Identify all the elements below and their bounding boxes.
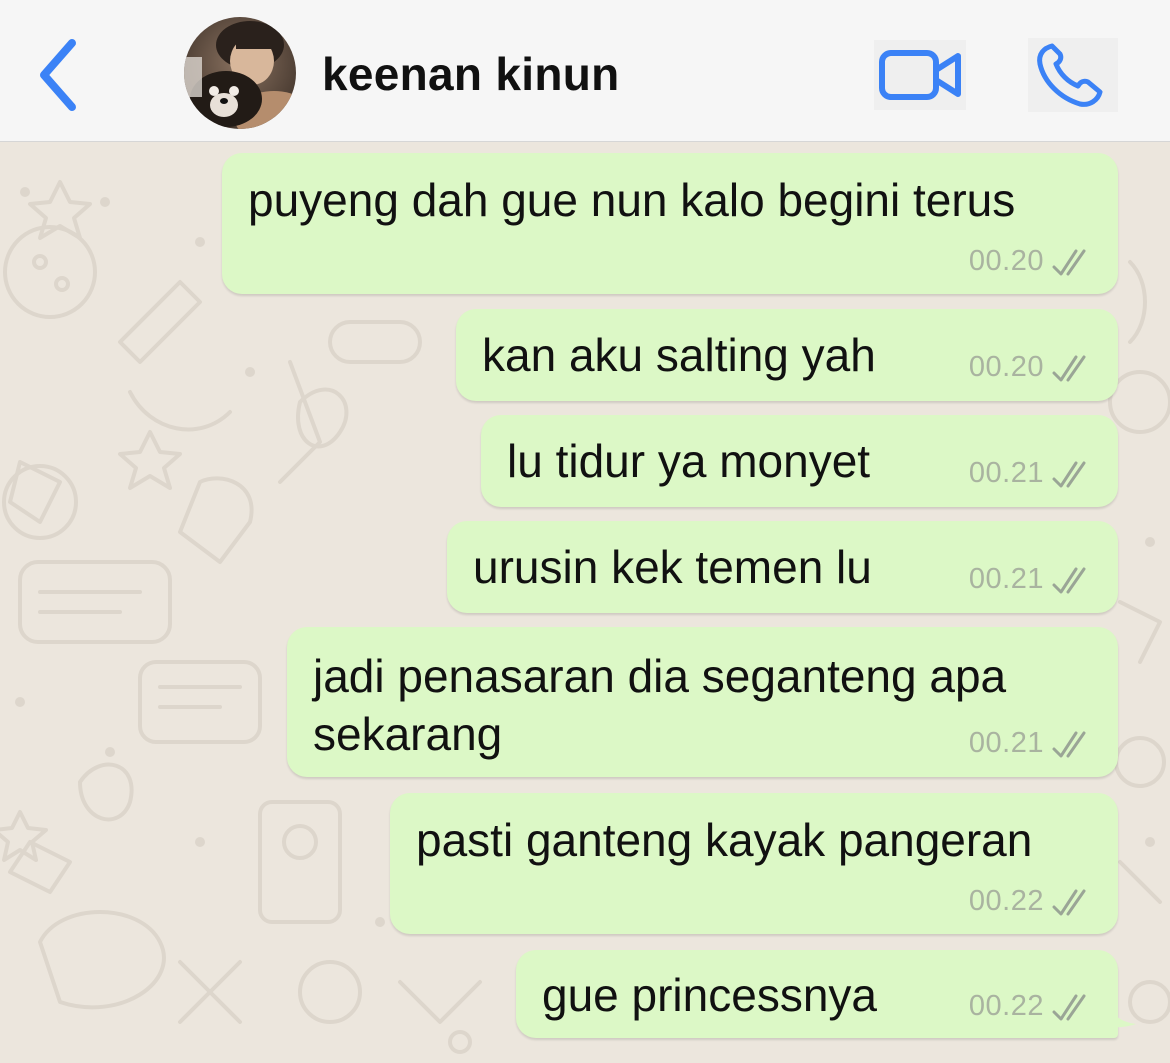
message-bubble[interactable]: lu tidur ya monyet 00.21 [481,415,1118,507]
message-text: kan aku salting yah [482,329,876,381]
message-time: 00.21 [968,727,1044,759]
message-meta: 00.21 [969,563,1094,596]
read-ticks-icon [1052,567,1086,593]
message-bubble[interactable]: urusin kek temen lu 00.21 [447,521,1118,613]
read-ticks-icon [1052,889,1086,915]
message-bubble[interactable]: gue princessnya 00.22 [516,950,1136,1038]
message-text-line2: sekarang [313,708,503,760]
voice-call-button[interactable] [1028,38,1118,112]
message-time: 00.21 [968,457,1044,489]
message-time: 00.21 [968,563,1044,595]
message-text: puyeng dah gue nun kalo begini terus [248,174,1016,226]
bubble-tail [1106,998,1136,1028]
message-bubble[interactable]: jadi penasaran dia seganteng apa sekaran… [287,627,1118,777]
message-time: 00.20 [968,245,1044,277]
message-time: 00.22 [968,885,1044,917]
read-ticks-icon [1052,461,1086,487]
read-ticks-icon [1052,994,1086,1020]
video-camera-icon [879,50,961,100]
message-meta: 00.20 [969,245,1094,278]
message-bubble[interactable]: pasti ganteng kayak pangeran 00.22 [390,793,1118,934]
message-meta: 00.21 [969,727,1094,760]
message-bubble[interactable]: kan aku salting yah 00.20 [456,309,1118,401]
message-bubble[interactable]: puyeng dah gue nun kalo begini terus 00.… [222,153,1118,294]
message-time: 00.20 [968,351,1044,383]
chevron-left-icon [40,39,76,111]
message-meta: 00.22 [969,885,1094,918]
message-text: urusin kek temen lu [473,541,872,593]
message-meta: 00.22 [969,990,1094,1023]
contact-name[interactable]: keenan kinun [322,44,620,104]
avatar[interactable] [184,17,296,129]
read-ticks-icon [1052,249,1086,275]
phone-icon [1037,43,1103,107]
message-time: 00.22 [968,990,1044,1022]
avatar-photo [184,17,296,129]
back-button[interactable] [30,35,90,115]
message-text: lu tidur ya monyet [507,435,871,487]
message-text: gue princessnya [542,969,877,1021]
chat-header: keenan kinun [0,0,1170,142]
message-text: pasti ganteng kayak pangeran [416,814,1033,866]
message-text: jadi penasaran dia seganteng apa [313,650,1007,702]
message-meta: 00.21 [969,457,1094,490]
video-call-button[interactable] [874,40,966,110]
message-meta: 00.20 [969,351,1094,384]
read-ticks-icon [1052,731,1086,757]
read-ticks-icon [1052,355,1086,381]
